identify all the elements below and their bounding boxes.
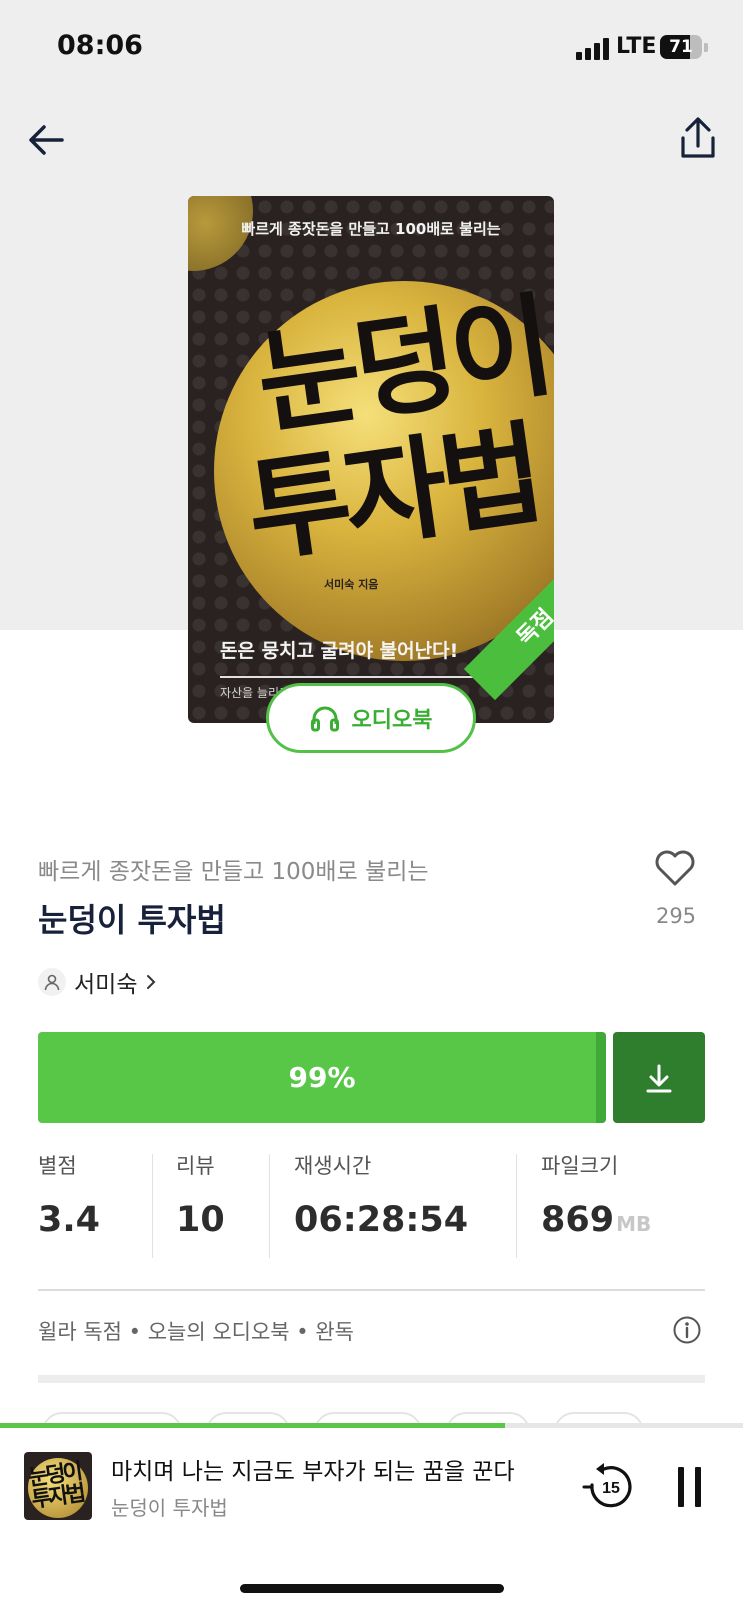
headphones-icon bbox=[310, 706, 339, 732]
home-indicator bbox=[240, 1584, 504, 1593]
book-title: 눈덩이 투자법 bbox=[38, 901, 226, 939]
status-time: 08:06 bbox=[57, 30, 143, 61]
skip-seconds: 15 bbox=[602, 1480, 620, 1497]
cover-author: 서미숙 지음 bbox=[324, 578, 379, 591]
stat-label: 재생시간 bbox=[294, 1154, 372, 1178]
arrow-left-icon bbox=[29, 125, 64, 155]
book-cover[interactable]: 빠르게 종잣돈을 만들고 100배로 불리는 눈덩이 투자법 서미숙 지음 돈은… bbox=[188, 196, 554, 723]
progress-edge bbox=[596, 1032, 606, 1123]
author-name: 서미숙 bbox=[74, 972, 138, 998]
stat-value: 869 bbox=[541, 1200, 615, 1240]
rewind-15-icon[interactable]: 15 bbox=[580, 1459, 640, 1515]
mini-chapter-title: 마치며 나는 지금도 부자가 되는 꿈을 꾼다 bbox=[111, 1459, 515, 1485]
heart-icon bbox=[655, 850, 695, 886]
battery-tip bbox=[704, 43, 708, 52]
listen-progress-button[interactable]: 99% bbox=[38, 1032, 606, 1123]
audiobook-label: 오디오북 bbox=[351, 708, 433, 733]
stat-unit: MB bbox=[616, 1212, 652, 1236]
book-subtitle: 빠르게 종잣돈을 만들고 100배로 불리는 bbox=[38, 859, 429, 885]
stat-duration: 재생시간 06:28:54 bbox=[294, 1150, 468, 1260]
book-stats: 별점 3.4 리뷰 10 재생시간 06:28:54 파일크기 869 MB bbox=[38, 1150, 705, 1260]
audiobook-badge: 오디오북 bbox=[266, 683, 476, 753]
stat-value: 3.4 bbox=[38, 1200, 101, 1240]
mini-book-title: 눈덩이 투자법 bbox=[111, 1496, 228, 1520]
cover-subtitle: 빠르게 종잣돈을 만들고 100배로 불리는 bbox=[241, 220, 501, 238]
stat-divider bbox=[516, 1154, 517, 1258]
stat-divider bbox=[152, 1154, 153, 1258]
stat-label: 별점 bbox=[38, 1154, 77, 1178]
info-icon[interactable] bbox=[672, 1315, 702, 1345]
like-button[interactable] bbox=[653, 848, 697, 888]
mini-thumb-text: 눈덩이 투자법 bbox=[26, 1459, 85, 1514]
divider bbox=[38, 1289, 705, 1291]
share-icon bbox=[681, 117, 715, 158]
stat-value: 10 bbox=[176, 1200, 225, 1240]
progress-label: 99% bbox=[288, 1061, 356, 1094]
mini-player[interactable]: 눈덩이 투자법 마치며 나는 지금도 부자가 되는 꿈을 꾼다 눈덩이 투자법 … bbox=[0, 1423, 743, 1608]
cover-rule bbox=[220, 676, 478, 678]
author-link[interactable]: 서미숙 bbox=[38, 964, 157, 1000]
pause-icon bbox=[678, 1467, 684, 1507]
cover-tagline: 돈은 뭉치고 굴려야 불어난다! bbox=[220, 640, 459, 662]
person-icon bbox=[38, 968, 66, 996]
like-count: 295 bbox=[655, 904, 697, 928]
stat-label: 리뷰 bbox=[176, 1154, 215, 1178]
tags-line: 윌라 독점 • 오늘의 오디오북 • 완독 bbox=[38, 1320, 354, 1344]
stat-rating: 별점 3.4 bbox=[38, 1150, 100, 1260]
download-button[interactable] bbox=[613, 1032, 705, 1123]
battery-icon: 71 bbox=[660, 35, 702, 59]
back-button[interactable] bbox=[22, 116, 70, 164]
battery-level: 71 bbox=[669, 37, 693, 57]
network-label: LTE bbox=[616, 34, 657, 59]
download-icon bbox=[646, 1064, 672, 1092]
status-bar: 08:06 LTE 71 bbox=[0, 0, 743, 95]
stat-value: 06:28:54 bbox=[294, 1200, 469, 1240]
signal-icon bbox=[576, 38, 610, 60]
section-divider bbox=[38, 1375, 705, 1383]
pause-button[interactable] bbox=[678, 1467, 702, 1507]
pause-icon bbox=[695, 1467, 701, 1507]
stat-filesize: 파일크기 869 MB bbox=[541, 1150, 651, 1260]
mini-progress-bar bbox=[0, 1423, 506, 1428]
mini-thumbnail: 눈덩이 투자법 bbox=[24, 1452, 92, 1520]
stat-reviews[interactable]: 리뷰 10 bbox=[176, 1150, 225, 1260]
share-button[interactable] bbox=[674, 114, 722, 164]
chevron-right-icon bbox=[147, 975, 156, 989]
stat-label: 파일크기 bbox=[541, 1154, 619, 1178]
stat-divider bbox=[269, 1154, 270, 1258]
